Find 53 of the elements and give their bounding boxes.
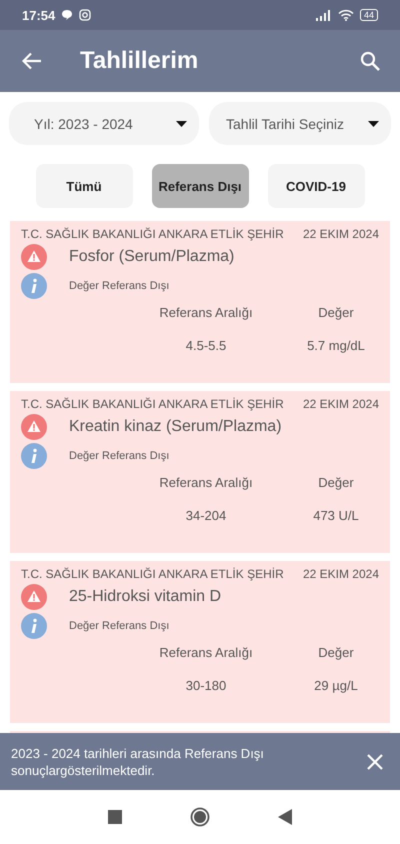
wifi-icon	[338, 9, 354, 21]
hospital-name: T.C. SAĞLIK BAKANLIĞI ANKARA ETLİK ŞEHİR	[21, 227, 284, 241]
status-note: Değer Referans Dışı	[69, 620, 170, 632]
column-label: Referans Aralığı	[159, 475, 253, 490]
test-name: Kreatin kinaz (Serum/Plazma)	[69, 418, 282, 436]
caret-icon	[176, 120, 187, 126]
result-value: 29 µg/L	[314, 678, 358, 693]
reference-range: 34-204	[186, 508, 226, 523]
result-card[interactable]: T.C. SAĞLIK BAKANLIĞI ANKARA ETLİK ŞEHİR 22 EKIM 2024 Fosfor (Serum/Plazma) Değer Referans Dışı Referans Aralığı Değer 4.5-5.5 5.7 mg/dL	[10, 221, 390, 383]
status-note: Değer Referans Dışı	[69, 280, 170, 292]
result-date: 22 EKIM 2024	[302, 397, 379, 411]
info-icon	[21, 443, 47, 469]
result-value: 473 U/L	[313, 508, 359, 523]
result-card[interactable]: T.C. SAĞLIK BAKANLIĞI ANKARA ETLİK ŞEHİR 22 EKIM 2024 Kreatin kinaz (Serum/Plazma) Değer Referans Dışı Referans Aralığı Değer 34-204 473 U/L	[10, 391, 390, 553]
filter-tab[interactable]: COVID-19	[268, 164, 364, 208]
result-date: 22 EKIM 2024	[302, 227, 379, 241]
info-icon	[21, 273, 47, 299]
filter-tab[interactable]: Referans Dışı	[152, 164, 248, 208]
search-icon[interactable]	[360, 51, 380, 71]
test-name: Fosfor (Serum/Plazma)	[69, 248, 234, 266]
result-value: 5.7 mg/dL	[307, 338, 365, 353]
result-date: 22 EKIM 2024	[302, 567, 379, 581]
column-label: Referans Aralığı	[159, 305, 253, 320]
close-icon[interactable]	[367, 754, 383, 770]
dropdown[interactable]: Tahlil Tarihi Seçiniz	[209, 102, 391, 145]
reference-range: 4.5-5.5	[186, 338, 226, 353]
signal-icon	[316, 10, 332, 20]
chat-icon	[61, 9, 74, 21]
back-icon[interactable]	[278, 809, 292, 825]
battery-level: 44	[360, 9, 378, 21]
hospital-name: T.C. SAĞLIK BAKANLIĞI ANKARA ETLİK ŞEHİR	[21, 567, 284, 581]
warning-icon	[21, 414, 47, 440]
info-icon	[21, 613, 47, 639]
column-label: Değer	[318, 645, 354, 660]
column-label: Değer	[318, 475, 354, 490]
reference-range: 30-180	[186, 678, 226, 693]
camera-icon	[79, 9, 92, 21]
back-arrow-icon[interactable]	[22, 52, 42, 70]
result-card[interactable]: T.C. SAĞLIK BAKANLIĞI ANKARA ETLİK ŞEHİR 22 EKIM 2024 25-Hidroksi vitamin D Değer Referans Dışı Referans Aralığı Değer 30-180 29 µg/L	[10, 561, 390, 723]
screen-title: Tahlillerim	[80, 47, 200, 75]
test-name: 25-Hidroksi vitamin D	[69, 588, 222, 606]
warning-icon	[21, 584, 47, 610]
snackbar-message: 2023 - 2024 tarihleri arasında Referans Dışı sonuçlargösterilmektedir.	[11, 744, 265, 778]
column-label: Değer	[318, 305, 354, 320]
dropdown[interactable]: Yıl: 2023 - 2024	[9, 102, 199, 145]
caret-icon	[368, 120, 379, 126]
filter-tab[interactable]: Tümü	[36, 164, 132, 208]
status-note: Değer Referans Dışı	[69, 450, 170, 462]
home-icon[interactable]	[190, 807, 210, 827]
hospital-name: T.C. SAĞLIK BAKANLIĞI ANKARA ETLİK ŞEHİR	[21, 397, 284, 411]
status-time: 17:54	[22, 8, 56, 22]
column-label: Referans Aralığı	[159, 645, 253, 660]
warning-icon	[21, 244, 47, 270]
